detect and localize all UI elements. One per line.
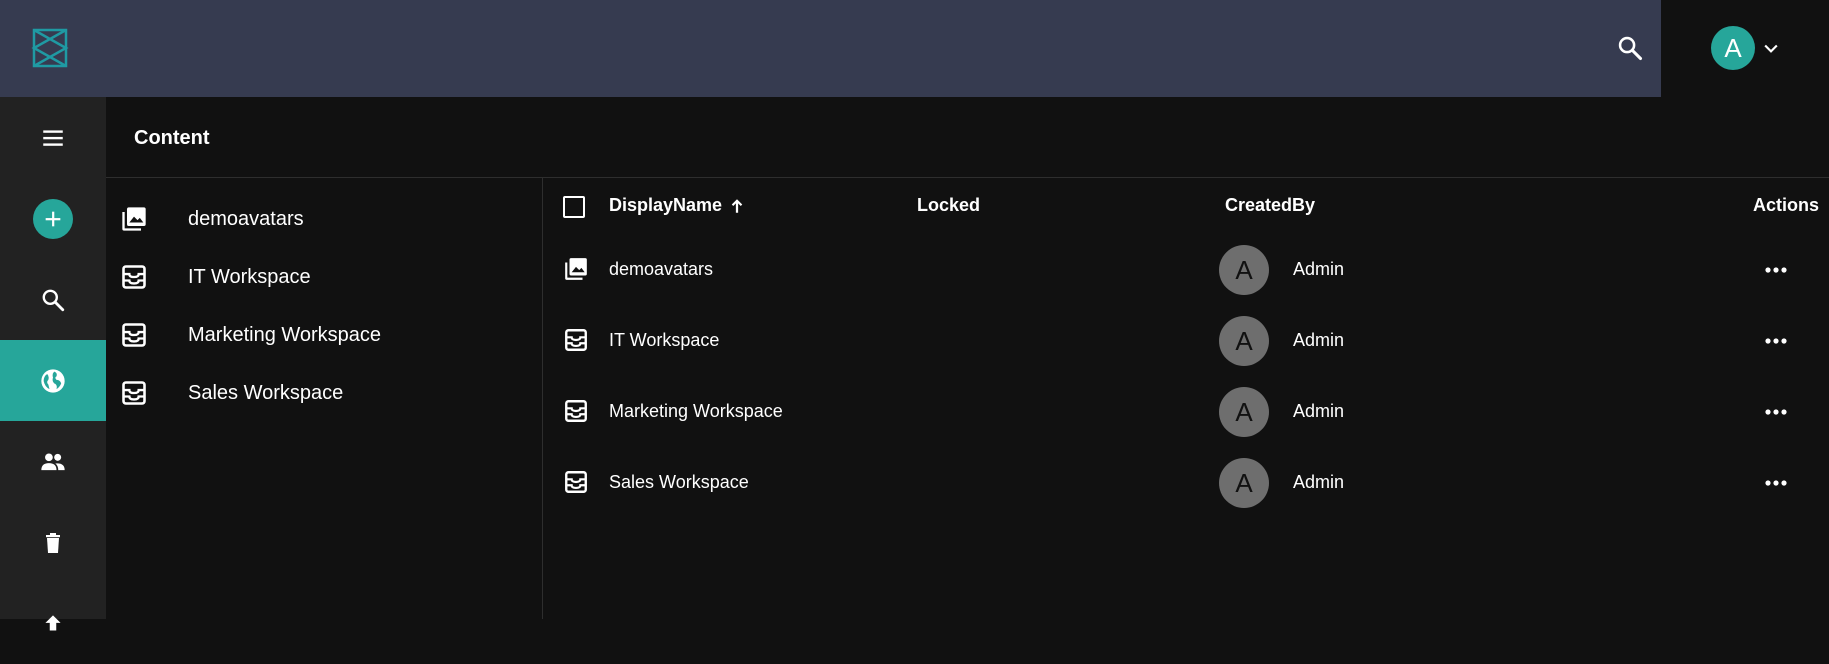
chevron-down-icon[interactable] [1761,38,1781,58]
workspace-icon [122,381,146,405]
tree-item-sales-workspace[interactable]: Sales Workspace [106,364,542,422]
content-grid: DisplayName Locked CreatedBy Actions dem… [543,178,1829,619]
nav-trash-button[interactable] [0,502,106,583]
tree-item-marketing-workspace[interactable]: Marketing Workspace [106,306,542,364]
column-header-createdby[interactable]: CreatedBy [1225,195,1315,216]
workspace-icon [122,323,146,347]
table-row[interactable]: IT Workspace A Admin [543,305,1829,376]
search-icon[interactable] [1616,34,1644,62]
nav-content-button[interactable] [0,340,106,421]
table-row[interactable]: Marketing Workspace A Admin [543,376,1829,447]
upload-icon [45,614,61,630]
grid-header: DisplayName Locked CreatedBy Actions [543,178,1829,234]
user-avatar[interactable]: A [1711,26,1755,70]
logo-icon[interactable] [30,26,70,70]
row-display-name[interactable]: Marketing Workspace [609,401,783,422]
users-icon [41,452,65,470]
row-display-name[interactable]: demoavatars [609,259,713,280]
nav-add-button[interactable] [0,178,106,259]
tree-item-label: demoavatars [188,207,304,230]
main-content: Content demoavatars IT Workspace Marketi… [106,97,1829,619]
row-display-name[interactable]: Sales Workspace [609,472,749,493]
workspace-icon [122,265,146,289]
menu-icon [43,129,63,146]
more-actions-icon[interactable] [1761,258,1791,282]
search-icon [42,289,65,311]
add-button-circle[interactable] [33,198,73,239]
nav-more-button[interactable] [0,583,106,664]
nav-menu-button[interactable] [0,97,106,178]
nav-search-button[interactable] [0,259,106,340]
row-created-by: Admin [1293,330,1345,350]
row-display-name[interactable]: IT Workspace [609,330,719,351]
workspace-icon [565,400,587,422]
creator-avatar: A [1219,245,1269,295]
creator-avatar: A [1219,387,1269,437]
column-header-locked[interactable]: Locked [917,195,980,216]
tree-item-label: IT Workspace [188,265,311,288]
column-header-label: DisplayName [609,195,723,215]
row-created-by: Admin [1293,259,1345,279]
tree-item-it-workspace[interactable]: IT Workspace [106,248,542,306]
more-actions-icon[interactable] [1761,400,1791,424]
more-actions-icon[interactable] [1761,329,1791,353]
globe-icon [41,368,65,393]
page-title: Content [134,127,210,149]
creator-avatar: A [1219,458,1269,508]
creator-avatar: A [1219,316,1269,366]
user-menu[interactable]: A [1661,0,1829,97]
image-library-icon [122,207,146,231]
tree-item-label: Marketing Workspace [188,323,382,346]
column-header-actions: Actions [1753,195,1820,215]
row-created-by: Admin [1293,401,1345,421]
workspace-icon [565,329,587,351]
row-created-by: Admin [1293,472,1345,492]
image-library-icon [565,258,587,280]
column-header-displayname[interactable]: DisplayName [609,195,746,216]
select-all-checkbox[interactable] [563,196,585,218]
table-row[interactable]: Sales Workspace A Admin [543,447,1829,518]
add-icon [45,211,61,226]
tree-item-label: Sales Workspace [188,381,344,404]
sort-ascending-icon[interactable] [728,197,746,215]
workspace-icon [565,471,587,493]
nav-rail [0,97,106,630]
table-row[interactable]: demoavatars A Admin [543,234,1829,305]
top-bar [0,0,1661,97]
tree-item-demoavatars[interactable]: demoavatars [106,190,542,248]
nav-users-button[interactable] [0,421,106,502]
trash-icon [46,532,60,553]
more-actions-icon[interactable] [1761,471,1791,495]
